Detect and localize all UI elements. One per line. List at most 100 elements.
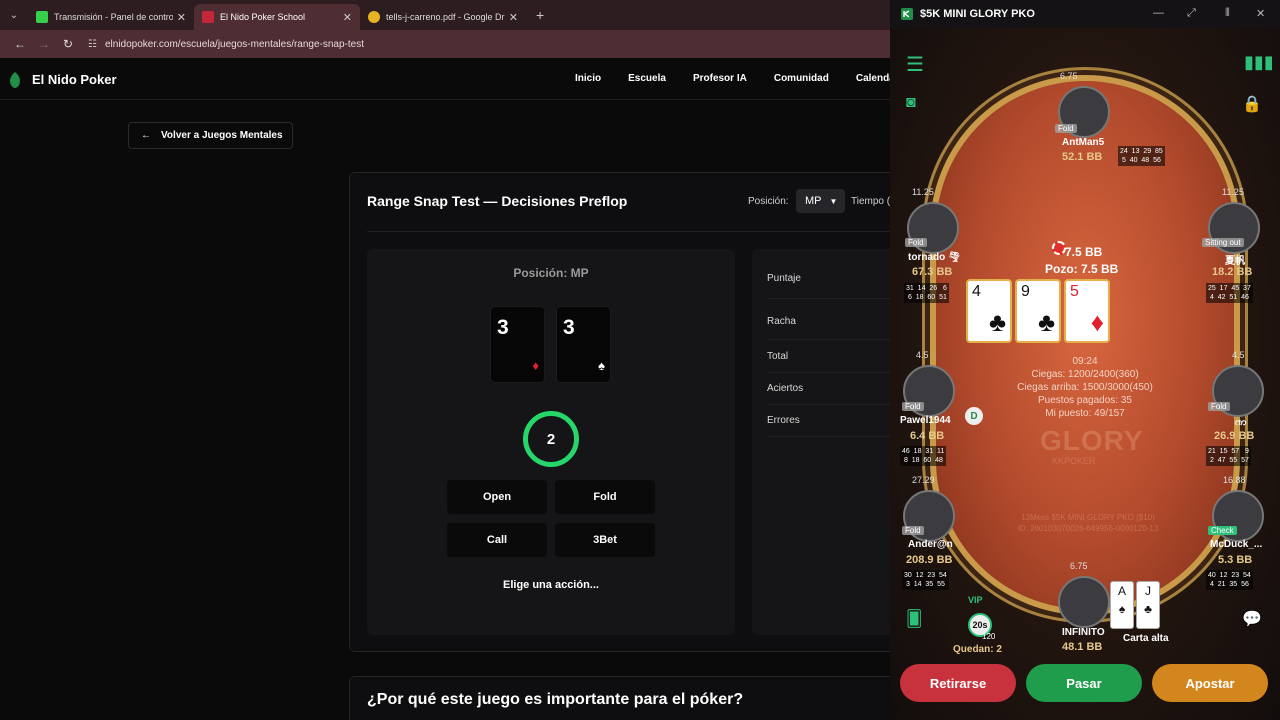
tab-label: Transmisión - Panel de control <box>54 12 173 22</box>
tab-el-nido[interactable]: El Nido Poker School ✕ <box>194 4 360 30</box>
player-name: McDuck_... <box>1210 539 1263 550</box>
site-info-icon[interactable]: ☷ <box>88 39 97 50</box>
tab-label: tells-j-carreno.pdf - Google Dri <box>386 12 505 22</box>
nav-calendario[interactable]: Calendario <box>856 73 890 84</box>
player-hud: 40 12 23 54 4 21 35 56 <box>1206 570 1253 590</box>
camera-icon[interactable]: ◙ <box>906 94 916 112</box>
kick-favicon-icon <box>36 11 48 23</box>
player-name: ၮ <box>1235 417 1247 428</box>
board-card-1: 4 ♣ <box>966 279 1012 343</box>
diamond-suit-icon: ♦ <box>1090 307 1104 337</box>
card-rank: A <box>1117 584 1126 598</box>
close-tab-icon[interactable]: ✕ <box>343 11 352 24</box>
fold-tag: Fold <box>1208 402 1230 411</box>
open-button[interactable]: Open <box>447 480 547 514</box>
arrow-left-icon: ← <box>141 130 151 141</box>
hero-card-2: J ♣ <box>1136 581 1160 629</box>
kkpoker-logo-icon <box>901 8 913 20</box>
card-rank: 3 <box>563 316 575 339</box>
tab-search-icon[interactable]: ⌄ <box>0 10 28 21</box>
hero-card-1: A ♠ <box>1110 581 1134 629</box>
back-button-label: Volver a Juegos Mentales <box>161 130 283 141</box>
player-stack: 208.9 BB <box>906 554 953 566</box>
fold-tag: Fold <box>902 526 924 535</box>
tab-strip: ⌄ Transmisión - Panel de control ✕ El Ni… <box>0 0 890 30</box>
hand-strength: Carta alta <box>1123 633 1169 644</box>
tab-label: El Nido Poker School <box>220 12 306 22</box>
browser-window: ⌄ Transmisión - Panel de control ✕ El Ni… <box>0 0 890 720</box>
check-action-button[interactable]: Pasar <box>1026 664 1142 702</box>
sitting-out-tag: Sitting out <box>1202 238 1244 247</box>
player-hud: 21 15 57 9 2 47 55 57 <box>1206 446 1251 466</box>
stats-bars-icon[interactable]: ▮▮▮ <box>1244 52 1274 73</box>
nav-escuela[interactable]: Escuela <box>628 73 666 84</box>
reload-icon[interactable]: ↻ <box>56 37 80 51</box>
poker-titlebar: $5K MINI GLORY PKO — ⤢ ⦀ ✕ <box>890 0 1280 28</box>
back-to-games-button[interactable]: ← Volver a Juegos Mentales <box>128 122 293 149</box>
spade-suit-icon: ♠ <box>1118 602 1126 616</box>
player-hud: 46 18 31 11 8 18 60 48 <box>900 446 947 466</box>
3bet-button[interactable]: 3Bet <box>555 523 655 557</box>
minimize-icon[interactable]: — <box>1153 7 1164 19</box>
fold-button[interactable]: Fold <box>555 480 655 514</box>
player-name: tornado 🌪 <box>908 252 961 263</box>
menu-icon[interactable]: ☰ <box>906 52 924 77</box>
player-stack: 18.2 BB <box>1212 266 1253 278</box>
nav-profesor-ia[interactable]: Profesor IA <box>693 73 747 84</box>
my-place-info: Mi puesto: 49/157 <box>1045 408 1125 419</box>
url-field[interactable]: ☷ elnidopoker.com/escuela/juegos-mentale… <box>88 39 364 50</box>
fold-action-button[interactable]: Retirarse <box>900 664 1016 702</box>
nav-comunidad[interactable]: Comunidad <box>774 73 829 84</box>
stat-streak: Racha <box>767 316 890 340</box>
close-tab-icon[interactable]: ✕ <box>177 11 186 24</box>
why-important-section: ¿Por qué este juego es importante para e… <box>349 676 890 720</box>
nav-inicio[interactable]: Inicio <box>575 73 601 84</box>
forward-arrow-icon[interactable]: → <box>32 37 56 51</box>
url-text: elnidopoker.com/escuela/juegos-mentales/… <box>104 38 365 50</box>
card-rank: 3 <box>497 316 509 339</box>
position-select-value: MP <box>805 195 822 207</box>
site-brand[interactable]: El Nido Poker <box>32 72 117 87</box>
columns-icon[interactable]: ⦀ <box>1225 7 1230 20</box>
timebank-count: 120 <box>982 632 996 641</box>
table-clock: 09:24 <box>1072 356 1098 367</box>
board-card-2: 9 ♣ <box>1015 279 1061 343</box>
position-select[interactable]: MP ▼ <box>796 189 845 213</box>
card-rank: 9 <box>1021 283 1030 300</box>
hole-card-1: 3 ♦ <box>490 306 545 383</box>
jack-face-icon: ♣ <box>1144 602 1152 616</box>
remaining-count: Quedan: 2 <box>953 644 1002 655</box>
bet-action-button[interactable]: Apostar <box>1152 664 1268 702</box>
hero-avatar[interactable] <box>1058 576 1110 628</box>
lock-icon[interactable]: 🔒 <box>1242 94 1262 114</box>
tab-transmision[interactable]: Transmisión - Panel de control ✕ <box>28 4 194 30</box>
hole-card-2: 3 ♠ <box>556 306 611 383</box>
bounty-value: 4.5 <box>1232 350 1245 360</box>
game-panel: Posición: MP 3 ♦ 3 ♠ 2 Open Fold Call 3B… <box>367 249 735 635</box>
club-suit-icon: ♣ <box>988 307 1006 337</box>
stat-errors: Errores <box>767 415 890 437</box>
tab-google-drive[interactable]: tells-j-carreno.pdf - Google Dri ✕ <box>360 4 526 30</box>
call-button[interactable]: Call <box>447 523 547 557</box>
drive-favicon-icon <box>368 11 380 23</box>
chat-icon[interactable]: 💬 <box>1242 609 1262 629</box>
back-arrow-icon[interactable]: ← <box>8 37 32 51</box>
spade-suit-icon: ♠ <box>598 358 605 373</box>
player-hud: 25 17 45 37 4 42 51 46 <box>1206 283 1253 303</box>
table-title: $5K MINI GLORY PKO <box>920 8 1035 20</box>
site-header: El Nido Poker Inicio Escuela Profesor IA… <box>0 58 890 100</box>
resize-icon[interactable]: ⤢ <box>1187 7 1196 20</box>
player-stack: 6.4 BB <box>910 430 945 442</box>
blinds-info: Ciegas: 1200/2400(360) <box>1031 369 1139 380</box>
hero-name: INFINITO <box>1062 627 1105 638</box>
stats-panel: Puntaje Racha Total Aciertos Errores <box>752 249 890 635</box>
cards-icon[interactable]: 🂠 <box>906 609 922 629</box>
fold-tag: Fold <box>1055 124 1077 133</box>
chevron-down-icon: ▼ <box>829 196 838 206</box>
new-tab-icon[interactable]: + <box>536 7 544 23</box>
close-tab-icon[interactable]: ✕ <box>509 11 518 24</box>
close-window-icon[interactable]: ✕ <box>1256 7 1265 20</box>
web-page: El Nido Poker Inicio Escuela Profesor IA… <box>0 58 890 720</box>
player-hud: 31 14 26 6 6 18 60 51 <box>904 283 949 303</box>
countdown-timer: 2 <box>523 411 579 467</box>
